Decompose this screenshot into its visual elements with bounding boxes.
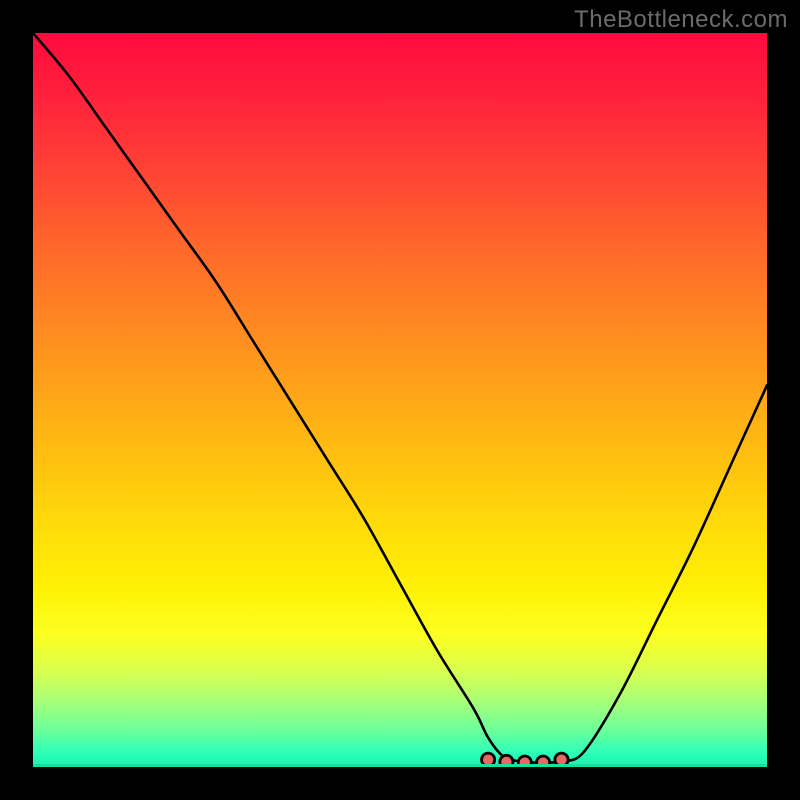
watermark-text: TheBottleneck.com (574, 6, 788, 34)
bottleneck-curve-path (33, 33, 767, 763)
chart-frame: TheBottleneck.com (0, 0, 800, 800)
plot-area (33, 33, 767, 767)
baseline-green (33, 764, 767, 767)
bottleneck-curve-svg (33, 33, 767, 767)
